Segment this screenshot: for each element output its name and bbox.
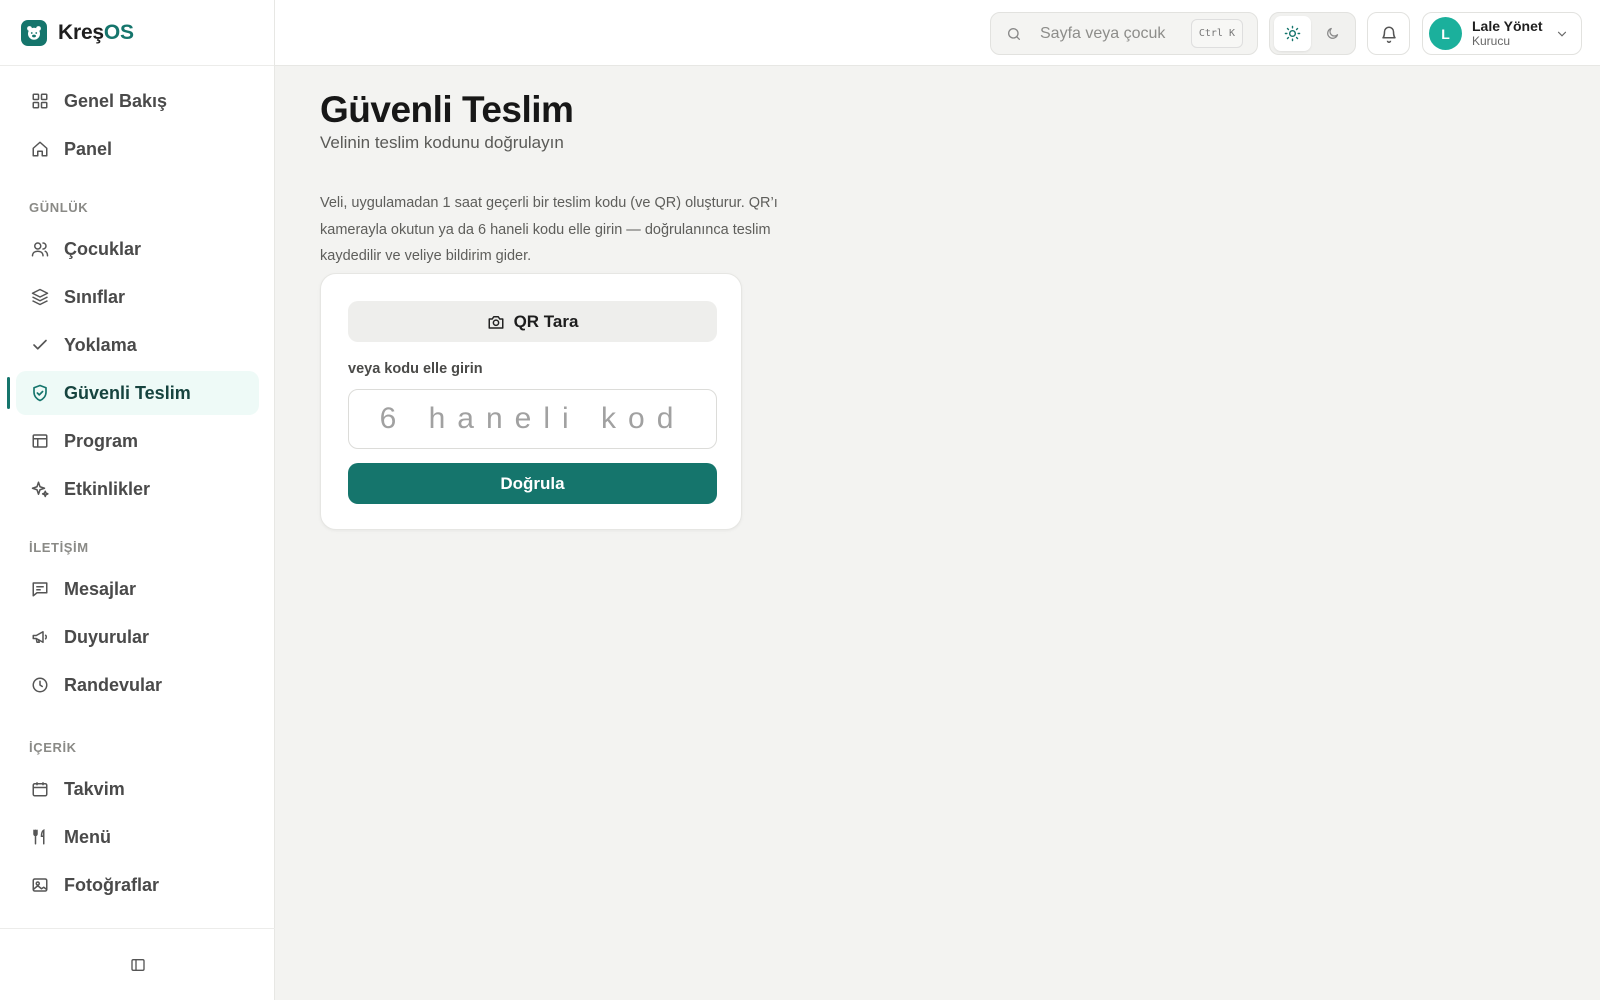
user-info: Lale Yönet Kurucu xyxy=(1472,18,1543,48)
verify-card: QR Tara veya kodu elle girin Doğrula xyxy=(320,273,742,530)
message-icon xyxy=(30,579,50,599)
sidebar-item-guvenli-teslim[interactable]: Güvenli Teslim xyxy=(16,371,259,415)
sidebar-item-cocuklar[interactable]: Çocuklar xyxy=(16,227,259,271)
sidebar-item-randevular[interactable]: Randevular xyxy=(16,663,259,707)
page-description: Veli, uygulamadan 1 saat geçerli bir tes… xyxy=(320,195,778,264)
sidebar-item-siniflar[interactable]: Sınıflar xyxy=(16,275,259,319)
sidebar-item-genel-bakis[interactable]: Genel Bakış xyxy=(16,79,259,123)
user-role: Kurucu xyxy=(1472,33,1511,48)
notifications-button[interactable] xyxy=(1367,12,1410,55)
active-indicator xyxy=(7,377,10,409)
sidebar-item-takvim[interactable]: Takvim xyxy=(16,767,259,811)
sidebar-item-duyurular[interactable]: Duyurular xyxy=(16,615,259,659)
search-icon xyxy=(1006,26,1022,42)
bear-logo-icon xyxy=(21,19,47,46)
sidebar-item-panel[interactable]: Panel xyxy=(16,127,259,171)
sidebar-item-mesajlar[interactable]: Mesajlar xyxy=(16,567,259,611)
section-title-gunluk: GÜNLÜK xyxy=(29,200,89,215)
page-subtitle: Velinin teslim kodunu doğrulayın xyxy=(320,133,564,152)
manual-entry-label: veya kodu elle girin xyxy=(348,361,483,377)
sidebar-item-label: Etkinlikler xyxy=(64,478,151,499)
scan-qr-button[interactable]: QR Tara xyxy=(348,301,717,342)
sidebar-item-label: Takvim xyxy=(64,778,125,799)
sidebar-item-label: Sınıflar xyxy=(64,286,126,307)
section-title-iletisim: İLETİŞİM xyxy=(29,540,89,555)
megaphone-icon xyxy=(30,627,50,647)
grid-icon xyxy=(30,91,50,111)
home-icon xyxy=(30,139,50,159)
sidebar-item-label: Program xyxy=(64,430,139,451)
light-theme-button[interactable] xyxy=(1274,16,1311,51)
sidebar-item-label: Çocuklar xyxy=(64,238,142,259)
page-title: Güvenli Teslim xyxy=(320,89,574,130)
sparkles-icon xyxy=(30,479,50,499)
user-menu[interactable]: L Lale Yönet Kurucu xyxy=(1422,12,1582,55)
brand-name: KreşOS xyxy=(58,21,134,45)
brand-name-main: Kreş xyxy=(58,20,104,44)
calendar-icon xyxy=(30,779,50,799)
chevron-down-icon xyxy=(1555,27,1569,41)
check-icon xyxy=(30,335,50,355)
sidebar: KreşOS Genel Bakış Panel GÜNLÜK Çocuklar… xyxy=(0,0,275,1000)
sidebar-item-label: Genel Bakış xyxy=(64,90,168,111)
verify-button[interactable]: Doğrula xyxy=(348,463,717,504)
sidebar-item-label: Duyurular xyxy=(64,626,150,647)
shield-check-icon xyxy=(30,383,50,403)
sidebar-collapse-button[interactable] xyxy=(122,949,154,981)
panel-left-icon xyxy=(130,958,145,971)
sidebar-item-menu[interactable]: Menü xyxy=(16,815,259,859)
bell-icon xyxy=(1381,26,1396,43)
layers-icon xyxy=(30,287,50,307)
sidebar-item-label: Fotoğraflar xyxy=(64,874,160,895)
clock-icon xyxy=(30,675,50,695)
sidebar-item-label: Menü xyxy=(64,826,111,847)
sidebar-item-label: Mesajlar xyxy=(64,578,137,599)
scan-qr-label: QR Tara xyxy=(513,311,579,331)
topbar: Ctrl K L Lale Yönet Kurucu xyxy=(275,0,1600,66)
camera-icon xyxy=(488,315,504,329)
utensils-icon xyxy=(30,827,50,847)
search-box[interactable]: Ctrl K xyxy=(990,12,1258,55)
section-title-icerik: İÇERİK xyxy=(29,740,77,755)
search-shortcut-badge: Ctrl K xyxy=(1190,19,1243,48)
sidebar-item-fotograflar[interactable]: Fotoğraflar xyxy=(16,863,259,907)
dark-theme-button[interactable] xyxy=(1315,16,1352,51)
image-icon xyxy=(30,875,50,895)
avatar: L xyxy=(1429,17,1462,50)
brand-name-accent: OS xyxy=(103,20,134,44)
sidebar-item-label: Yoklama xyxy=(64,334,137,355)
sidebar-item-program[interactable]: Program xyxy=(16,419,259,463)
search-input[interactable] xyxy=(1040,24,1190,43)
code-input[interactable] xyxy=(348,389,717,449)
sidebar-item-label: Güvenli Teslim xyxy=(64,382,191,403)
sidebar-item-yoklama[interactable]: Yoklama xyxy=(16,323,259,367)
sidebar-item-etkinlikler[interactable]: Etkinlikler xyxy=(16,467,259,511)
user-name: Lale Yönet xyxy=(1472,18,1543,35)
sidebar-item-label: Randevular xyxy=(64,674,163,695)
sun-icon xyxy=(1284,25,1301,42)
brand[interactable]: KreşOS xyxy=(0,0,274,66)
theme-toggle xyxy=(1269,12,1356,55)
moon-icon xyxy=(1327,27,1339,39)
table-icon xyxy=(30,431,50,451)
users-icon xyxy=(30,239,50,259)
sidebar-footer xyxy=(0,928,275,1000)
sidebar-item-label: Panel xyxy=(64,138,113,159)
